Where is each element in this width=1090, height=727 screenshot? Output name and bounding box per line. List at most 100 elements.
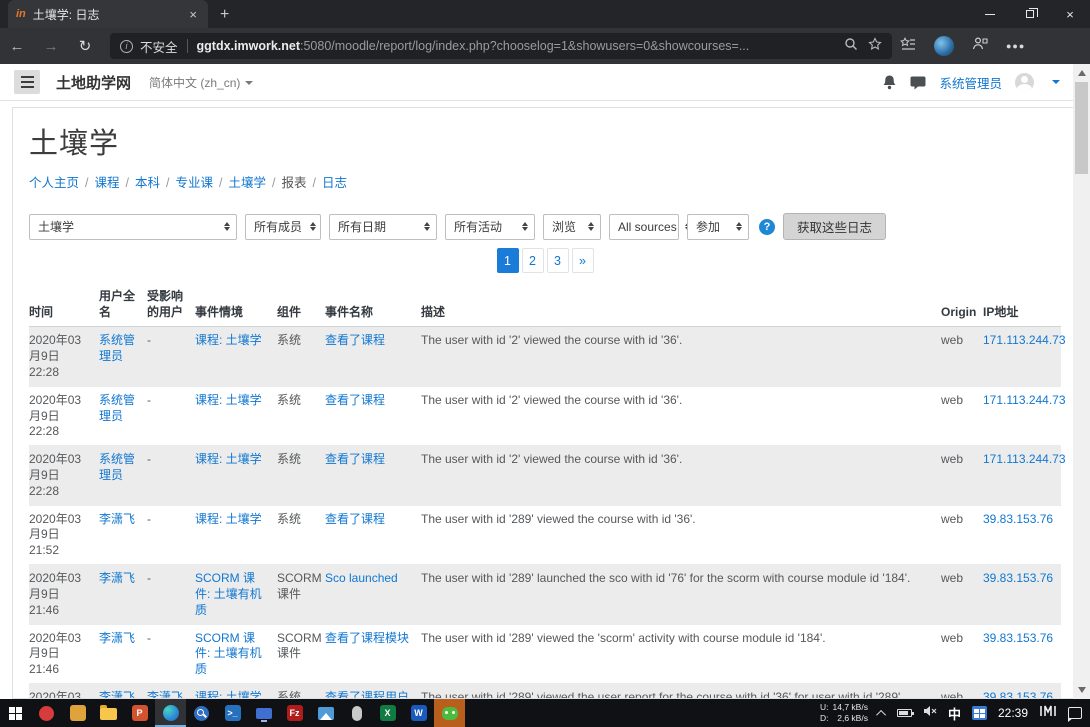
browser-tab[interactable]: in 土壤学: 日志 ×: [8, 0, 208, 28]
window-minimize-button[interactable]: [970, 0, 1010, 28]
window-restore-button[interactable]: [1010, 0, 1050, 28]
user-menu-caret-icon[interactable]: [1052, 80, 1060, 84]
breadcrumb-item[interactable]: 个人主页: [29, 176, 79, 190]
breadcrumb-item[interactable]: 本科: [135, 176, 160, 190]
cell-user-link[interactable]: 李潇飞: [99, 571, 135, 585]
file-explorer-icon[interactable]: [93, 699, 124, 727]
page-link[interactable]: 3: [547, 248, 569, 273]
reload-button[interactable]: ↻: [68, 37, 102, 55]
user-avatar[interactable]: [1015, 73, 1034, 92]
side-drawer-toggle-icon[interactable]: [14, 70, 40, 94]
tray-m-icon[interactable]: [1039, 704, 1057, 723]
page-link[interactable]: 1: [497, 248, 519, 273]
cell-event-link[interactable]: Sco launched: [325, 571, 398, 585]
breadcrumb-item[interactable]: 专业课: [176, 176, 214, 190]
cell-user-link[interactable]: 系统管理员: [99, 452, 135, 482]
remote-desktop-icon[interactable]: [248, 699, 279, 727]
cell-affected-link[interactable]: 李潇飞: [147, 690, 183, 699]
page-link[interactable]: »: [572, 248, 594, 273]
cell-user-link[interactable]: 李潇飞: [99, 631, 135, 645]
tray-expand-icon[interactable]: [876, 709, 886, 719]
filezilla-icon[interactable]: Fz: [279, 699, 310, 727]
breadcrumb-item[interactable]: 课程: [95, 176, 120, 190]
taskbar-cube-app-icon[interactable]: [62, 699, 93, 727]
cell-event-link[interactable]: 查看了课程模块: [325, 631, 409, 645]
battery-icon[interactable]: [897, 709, 912, 717]
filter-select-3[interactable]: 所有活动: [445, 214, 535, 240]
cell-ip-link[interactable]: 39.83.153.76: [983, 690, 1053, 699]
cell-ip-link[interactable]: 171.113.244.73: [983, 333, 1066, 347]
ime-indicator[interactable]: 中: [948, 704, 961, 723]
browser-menu-icon[interactable]: ●●●: [1006, 41, 1025, 51]
filter-select-5[interactable]: All sources: [609, 214, 679, 240]
breadcrumb-item[interactable]: 土壤学: [229, 176, 267, 190]
page-scrollbar[interactable]: [1073, 64, 1090, 699]
favorite-star-icon[interactable]: [868, 37, 882, 56]
powerpoint-icon[interactable]: P: [124, 699, 155, 727]
cell-event-link[interactable]: 查看了课程: [325, 452, 385, 466]
cell-context-link[interactable]: 课程: 土壤学: [195, 333, 262, 347]
get-logs-button[interactable]: 获取这些日志: [783, 213, 886, 240]
site-name[interactable]: 土地助学网: [56, 72, 131, 93]
help-icon[interactable]: ?: [759, 219, 775, 235]
cell-context-link[interactable]: 课程: 土壤学: [195, 690, 262, 699]
excel-icon[interactable]: X: [372, 699, 403, 727]
tray-app-window-icon[interactable]: [972, 706, 987, 720]
page-link[interactable]: 2: [522, 248, 544, 273]
cell-ip-link[interactable]: 171.113.244.73: [983, 452, 1066, 466]
address-bar[interactable]: i 不安全 ggtdx.imwork.net :5080/moodle/repo…: [110, 33, 892, 59]
tab-close-icon[interactable]: ×: [186, 7, 200, 22]
cell-ip-link[interactable]: 171.113.244.73: [983, 393, 1066, 407]
cell-context-link[interactable]: 课程: 土壤学: [195, 393, 262, 407]
search-tool-icon[interactable]: [186, 699, 217, 727]
cell-context-link[interactable]: 课程: 土壤学: [195, 452, 262, 466]
volume-muted-icon[interactable]: [923, 704, 937, 722]
cell-ip-link[interactable]: 39.83.153.76: [983, 571, 1053, 585]
cell-event-link[interactable]: 查看了课程用户报告: [325, 690, 409, 699]
filter-select-1[interactable]: 所有成员: [245, 214, 321, 240]
word-icon[interactable]: W: [403, 699, 434, 727]
cell-ip-link[interactable]: 39.83.153.76: [983, 512, 1053, 526]
start-button[interactable]: [0, 699, 31, 727]
browser-profile-avatar[interactable]: [934, 36, 954, 56]
back-button[interactable]: ←: [0, 38, 34, 55]
breadcrumb-item[interactable]: 日志: [322, 176, 347, 190]
favorites-bar-icon[interactable]: [900, 37, 916, 56]
filter-select-4[interactable]: 浏览: [543, 214, 601, 240]
language-selector[interactable]: 简体中文 (zh_cn): [149, 74, 253, 91]
user-menu-name[interactable]: 系统管理员: [939, 73, 1002, 92]
share-person-icon[interactable]: [972, 36, 988, 56]
edge-browser-icon[interactable]: [155, 699, 186, 727]
cell-user-link[interactable]: 系统管理员: [99, 393, 135, 423]
window-close-button[interactable]: ×: [1050, 0, 1090, 28]
scrollbar-up-icon[interactable]: [1078, 70, 1086, 76]
cell-event-link[interactable]: 查看了课程: [325, 333, 385, 347]
taskbar-clock[interactable]: 22:39: [998, 706, 1028, 720]
cell-context-link[interactable]: SCORM 课件: 土壤有机质: [195, 571, 262, 617]
cell-event-link[interactable]: 查看了课程: [325, 512, 385, 526]
mouse-tool-icon[interactable]: [341, 699, 372, 727]
filter-select-2[interactable]: 所有日期: [329, 214, 437, 240]
cell-user-link[interactable]: 系统管理员: [99, 333, 135, 363]
cell-context-link[interactable]: SCORM 课件: 土壤有机质: [195, 631, 262, 677]
scrollbar-thumb[interactable]: [1075, 82, 1088, 174]
cell-context-link[interactable]: 课程: 土壤学: [195, 512, 262, 526]
cell-ip-link[interactable]: 39.83.153.76: [983, 631, 1053, 645]
cell-description-text: The user with id '2' viewed the course w…: [421, 452, 682, 466]
messages-icon[interactable]: [910, 75, 926, 90]
new-tab-button[interactable]: +: [220, 6, 229, 24]
powershell-icon[interactable]: >_: [217, 699, 248, 727]
filter-select-6[interactable]: 参加: [687, 214, 749, 240]
taskbar-remote-app-icon[interactable]: [31, 699, 62, 727]
search-icon[interactable]: [844, 37, 858, 56]
photos-app-icon[interactable]: [310, 699, 341, 727]
cell-user-link[interactable]: 李潇飞: [99, 690, 135, 699]
cell-user-link[interactable]: 李潇飞: [99, 512, 135, 526]
notification-bell-icon[interactable]: [882, 74, 897, 90]
forward-button[interactable]: →: [34, 38, 68, 55]
filter-select-0[interactable]: 土壤学: [29, 214, 237, 240]
wechat-icon[interactable]: [434, 699, 465, 727]
action-center-icon[interactable]: [1068, 707, 1082, 719]
scrollbar-down-icon[interactable]: [1078, 687, 1086, 693]
cell-event-link[interactable]: 查看了课程: [325, 393, 385, 407]
